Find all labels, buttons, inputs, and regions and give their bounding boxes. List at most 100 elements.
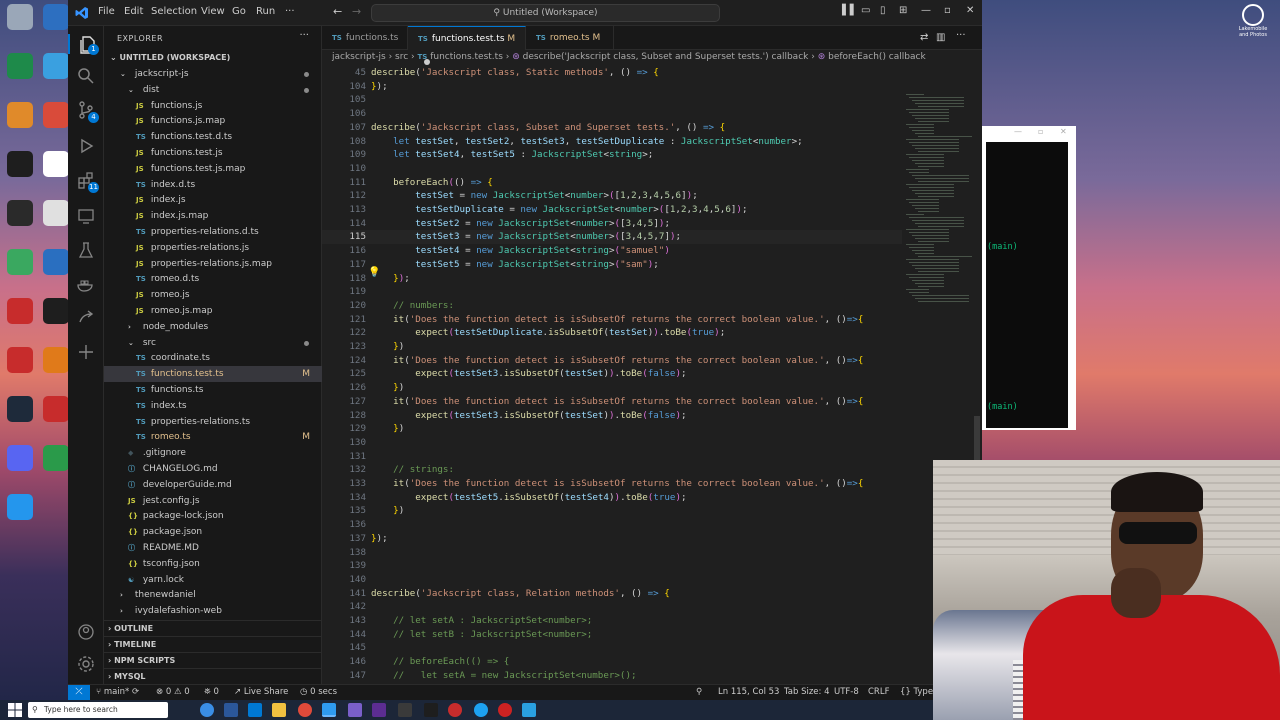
desktop-shortcut-icon[interactable] bbox=[2, 347, 38, 373]
code-line[interactable]: 122 expect(testSetDuplicate.isSubsetOf(t… bbox=[322, 326, 902, 340]
windows-start-icon[interactable] bbox=[8, 703, 22, 717]
word-taskbar-icon[interactable] bbox=[224, 703, 238, 717]
lightbulb-icon[interactable]: 💡 bbox=[368, 267, 380, 278]
taskbar-search-input[interactable]: ⚲ Type here to search bbox=[28, 702, 168, 718]
file-explorer-taskbar-icon[interactable] bbox=[272, 703, 286, 717]
file-item[interactable]: ⓘ developerGuide.md bbox=[104, 477, 322, 493]
code-line[interactable]: 129 }) bbox=[322, 422, 902, 436]
file-item[interactable]: {} package-lock.json bbox=[104, 508, 322, 524]
code-line[interactable]: 104}); bbox=[322, 80, 902, 94]
code-line[interactable]: 139 bbox=[322, 559, 902, 573]
file-item[interactable]: ⓘ CHANGELOG.md bbox=[104, 461, 322, 477]
chrome-taskbar-icon[interactable] bbox=[298, 703, 312, 717]
folder-item[interactable]: › node_modules bbox=[104, 319, 322, 335]
file-item[interactable]: JS functions.test.js.map bbox=[104, 161, 322, 177]
file-item[interactable]: TS index.ts bbox=[104, 398, 322, 414]
code-line[interactable]: 147 // let setA = new JackscriptSet<numb… bbox=[322, 669, 902, 683]
workspace-header[interactable]: ⌄ UNTITLED (WORKSPACE) bbox=[104, 50, 322, 66]
git-branch[interactable]: ⑂ main* ⟳ bbox=[96, 687, 139, 697]
breadcrumb-beforeeach[interactable]: beforeEach() callback bbox=[828, 52, 926, 62]
app-taskbar-icon[interactable] bbox=[348, 703, 362, 717]
code-line[interactable]: 135 }) bbox=[322, 504, 902, 518]
code-line[interactable]: 114 testSet2 = new JackscriptSet<number>… bbox=[322, 217, 902, 231]
terminal-maximize-button[interactable]: ▫ bbox=[1038, 127, 1043, 136]
remote-explorer-icon[interactable] bbox=[76, 206, 96, 226]
file-item[interactable]: TS coordinate.ts bbox=[104, 350, 322, 366]
end-of-line[interactable]: CRLF bbox=[868, 687, 889, 697]
live-share-icon[interactable] bbox=[76, 308, 96, 328]
nav-forward-icon[interactable]: → bbox=[352, 5, 361, 18]
file-item[interactable]: JS index.js bbox=[104, 192, 322, 208]
code-line[interactable]: 45 describe('Jackscript class, Static met… bbox=[322, 66, 902, 80]
app4-taskbar-icon[interactable] bbox=[498, 703, 512, 717]
encoding[interactable]: UTF-8 bbox=[834, 687, 859, 697]
code-line[interactable]: 138 bbox=[322, 546, 902, 560]
extra-view-icon[interactable] bbox=[76, 342, 96, 362]
code-line[interactable]: 130 bbox=[322, 436, 902, 450]
breadcrumb-folder[interactable]: jackscript-js bbox=[332, 52, 386, 62]
code-line[interactable]: 117 testSet5 = new JackscriptSet<string>… bbox=[322, 258, 902, 272]
file-item[interactable]: JS functions.test.js bbox=[104, 145, 322, 161]
code-line[interactable]: 144 // let setB : JackscriptSet<number>; bbox=[322, 628, 902, 642]
file-item[interactable]: JS functions.js bbox=[104, 98, 322, 114]
app2-taskbar-icon[interactable] bbox=[424, 703, 438, 717]
file-item[interactable]: JS romeo.js.map bbox=[104, 303, 322, 319]
file-item[interactable]: JS index.js.map bbox=[104, 208, 322, 224]
code-line[interactable]: 143 // let setA : JackscriptSet<number>; bbox=[322, 614, 902, 628]
code-line[interactable]: 131 bbox=[322, 450, 902, 464]
code-line[interactable]: 106 bbox=[322, 107, 902, 121]
desktop-shortcut-icon[interactable] bbox=[2, 4, 38, 30]
code-line[interactable]: 118 }); bbox=[322, 272, 902, 286]
code-line[interactable]: 113 testSetDuplicate = new JackscriptSet… bbox=[322, 203, 902, 217]
tab-romeo-ts[interactable]: TS romeo.ts M bbox=[526, 26, 614, 50]
code-line[interactable]: 112 testSet = new JackscriptSet<number>(… bbox=[322, 189, 902, 203]
section-npm-scripts[interactable]: › NPM SCRIPTS bbox=[104, 652, 322, 668]
settings-gear-icon[interactable] bbox=[76, 654, 96, 674]
timer-indicator[interactable]: ◷ 0 secs bbox=[300, 687, 337, 697]
desktop-shortcut-icon[interactable] bbox=[2, 53, 38, 79]
app5-taskbar-icon[interactable] bbox=[522, 703, 536, 717]
edge-taskbar-icon[interactable] bbox=[200, 703, 214, 717]
code-line[interactable]: 126 }) bbox=[322, 381, 902, 395]
code-line[interactable]: 125 expect(testSet3.isSubsetOf(testSet))… bbox=[322, 367, 902, 381]
search-view-icon[interactable] bbox=[76, 66, 96, 86]
command-center-search[interactable]: ⚲ Untitled (Workspace) bbox=[371, 4, 720, 22]
desktop-icon-right[interactable]: Lakemobile and Photos bbox=[1235, 4, 1271, 38]
rad-taskbar-icon[interactable] bbox=[448, 703, 462, 717]
code-line[interactable]: 140 bbox=[322, 573, 902, 587]
terminal-taskbar-icon[interactable] bbox=[398, 703, 412, 717]
file-item[interactable]: TS properties-relations.ts bbox=[104, 414, 322, 430]
compare-icon[interactable]: ⇄ bbox=[920, 32, 928, 43]
problems-indicator[interactable]: ⊗ 0 ⚠ 0 bbox=[156, 687, 190, 697]
section-outline[interactable]: › OUTLINE bbox=[104, 620, 322, 636]
code-line[interactable]: 119 bbox=[322, 285, 902, 299]
file-item[interactable]: TS properties-relations.d.ts bbox=[104, 224, 322, 240]
folder-item[interactable]: ⌄ jackscript-js bbox=[104, 66, 322, 82]
editor-more-icon[interactable]: ··· bbox=[956, 30, 966, 41]
file-item[interactable]: TS romeo.d.ts bbox=[104, 271, 322, 287]
file-item[interactable]: JS properties-relations.js.map bbox=[104, 256, 322, 272]
remote-indicator-icon[interactable]: ⤫ bbox=[68, 685, 90, 700]
file-item[interactable]: {} package.json bbox=[104, 524, 322, 540]
menu-more[interactable]: ··· bbox=[285, 6, 295, 17]
code-line[interactable]: 133 it('Does the function detect is isSu… bbox=[322, 477, 902, 491]
folder-item[interactable]: ⌄ src bbox=[104, 335, 322, 351]
file-item[interactable]: JS jest.config.js bbox=[104, 493, 322, 509]
terminal-close-button[interactable]: ✕ bbox=[1060, 127, 1067, 136]
desktop-shortcut-icon[interactable] bbox=[2, 396, 38, 422]
file-item[interactable]: ☯ yarn.lock bbox=[104, 572, 322, 588]
minimize-button[interactable]: — bbox=[921, 5, 931, 16]
code-line[interactable]: 142 bbox=[322, 600, 902, 614]
desktop-shortcut-icon[interactable] bbox=[2, 494, 38, 520]
file-item[interactable]: {} tsconfig.json bbox=[104, 556, 322, 572]
desktop-shortcut-icon[interactable] bbox=[2, 249, 38, 275]
file-item[interactable]: JS properties-relations.js bbox=[104, 240, 322, 256]
ports-indicator[interactable]: ⛯ 0 bbox=[204, 687, 219, 697]
code-line[interactable]: 115 testSet3 = new JackscriptSet<number>… bbox=[322, 230, 902, 245]
code-line[interactable]: 107 describe('Jackscript class, Subset an… bbox=[322, 121, 902, 135]
code-line[interactable]: 116 testSet4 = new JackscriptSet<string>… bbox=[322, 244, 902, 258]
nav-back-icon[interactable]: ← bbox=[333, 5, 342, 18]
code-line[interactable]: 105 bbox=[322, 93, 902, 107]
code-line[interactable]: 132 // strings: bbox=[322, 463, 902, 477]
desktop-shortcut-icon[interactable] bbox=[2, 102, 38, 128]
